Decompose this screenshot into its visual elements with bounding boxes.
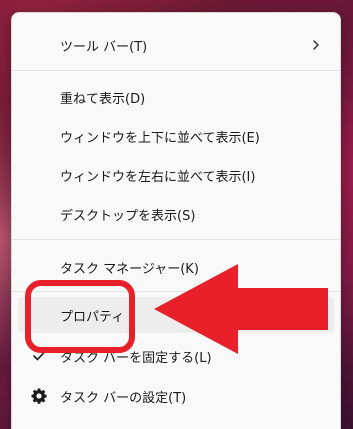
menu-item-label: ウィンドウを左右に並べて表示(I) <box>60 169 256 185</box>
menu-item-label: デスクトップを表示(S) <box>60 208 196 224</box>
gear-icon <box>31 388 47 404</box>
menu-item-label: プロパティ <box>60 309 125 325</box>
menu-item-lock-taskbar[interactable]: タスク バーを固定する(L) <box>18 338 334 374</box>
menu-item-show-desktop[interactable]: デスクトップを表示(S) <box>18 196 334 232</box>
menu-item-properties[interactable]: プロパティ <box>18 297 334 333</box>
menu-separator <box>12 239 340 240</box>
menu-item-task-manager[interactable]: タスク マネージャー(K) <box>18 249 334 285</box>
chevron-right-icon <box>313 40 319 50</box>
menu-item-stack-windows[interactable]: ウィンドウを上下に並べて表示(E) <box>18 118 334 154</box>
menu-item-label: ウィンドウを上下に並べて表示(E) <box>60 130 260 146</box>
menu-item-side-by-side[interactable]: ウィンドウを左右に並べて表示(I) <box>18 157 334 193</box>
menu-item-label: タスク バーの設定(T) <box>60 390 187 406</box>
menu-separator <box>12 291 340 292</box>
menu-item-label: ツール バー(T) <box>60 39 148 55</box>
menu-item-toolbars[interactable]: ツール バー(T) <box>18 27 334 63</box>
menu-separator <box>12 70 340 71</box>
checkmark-icon <box>33 351 45 361</box>
taskbar-context-menu: ツール バー(T) 重ねて表示(D) ウィンドウを上下に並べて表示(E) ウィン… <box>11 12 341 429</box>
menu-item-taskbar-settings[interactable]: タスク バーの設定(T) <box>18 378 334 414</box>
menu-item-cascade[interactable]: 重ねて表示(D) <box>18 79 334 115</box>
menu-item-label: タスク マネージャー(K) <box>60 261 199 277</box>
menu-item-label: タスク バーを固定する(L) <box>60 350 212 366</box>
menu-item-label: 重ねて表示(D) <box>60 91 146 107</box>
